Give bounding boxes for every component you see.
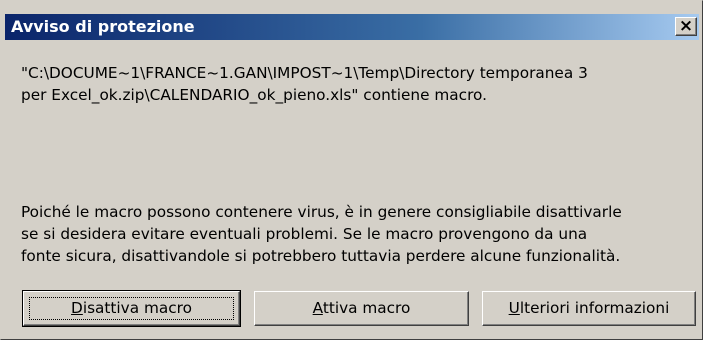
focus-rectangle: [29, 297, 234, 320]
file-message-line: per Excel_ok.zip\CALENDARIO_ok_pieno.xls…: [21, 86, 487, 104]
file-message-line: "C:\DOCUME~1\FRANCE~1.GAN\IMPOST~1\Temp\…: [21, 64, 588, 82]
warning-line: se si desidera evitare eventuali problem…: [21, 225, 588, 243]
file-message: "C:\DOCUME~1\FRANCE~1.GAN\IMPOST~1\Temp\…: [21, 62, 691, 106]
disable-macros-button[interactable]: Disattiva macro: [22, 290, 241, 327]
security-warning-dialog: Avviso di protezione × "C:\DOCUME~1\FRAN…: [0, 0, 703, 340]
dialog-title: Avviso di protezione: [11, 17, 195, 36]
title-bar[interactable]: Avviso di protezione ×: [5, 14, 699, 40]
warning-line: fonte sicura, disattivandole si potrebbe…: [21, 247, 621, 265]
enable-macros-button[interactable]: Attiva macro: [254, 291, 469, 326]
close-icon: ×: [678, 16, 694, 36]
virus-warning-message: Poiché le macro possono contenere virus,…: [21, 201, 701, 267]
close-button[interactable]: ×: [675, 16, 697, 36]
button-label: lteriori informazioni: [519, 299, 670, 317]
accelerator-key: U: [508, 299, 520, 317]
button-label: ttiva macro: [322, 299, 411, 317]
accelerator-key: A: [312, 299, 323, 317]
more-info-button[interactable]: Ulteriori informazioni: [482, 291, 696, 326]
warning-line: Poiché le macro possono contenere virus,…: [21, 203, 622, 221]
